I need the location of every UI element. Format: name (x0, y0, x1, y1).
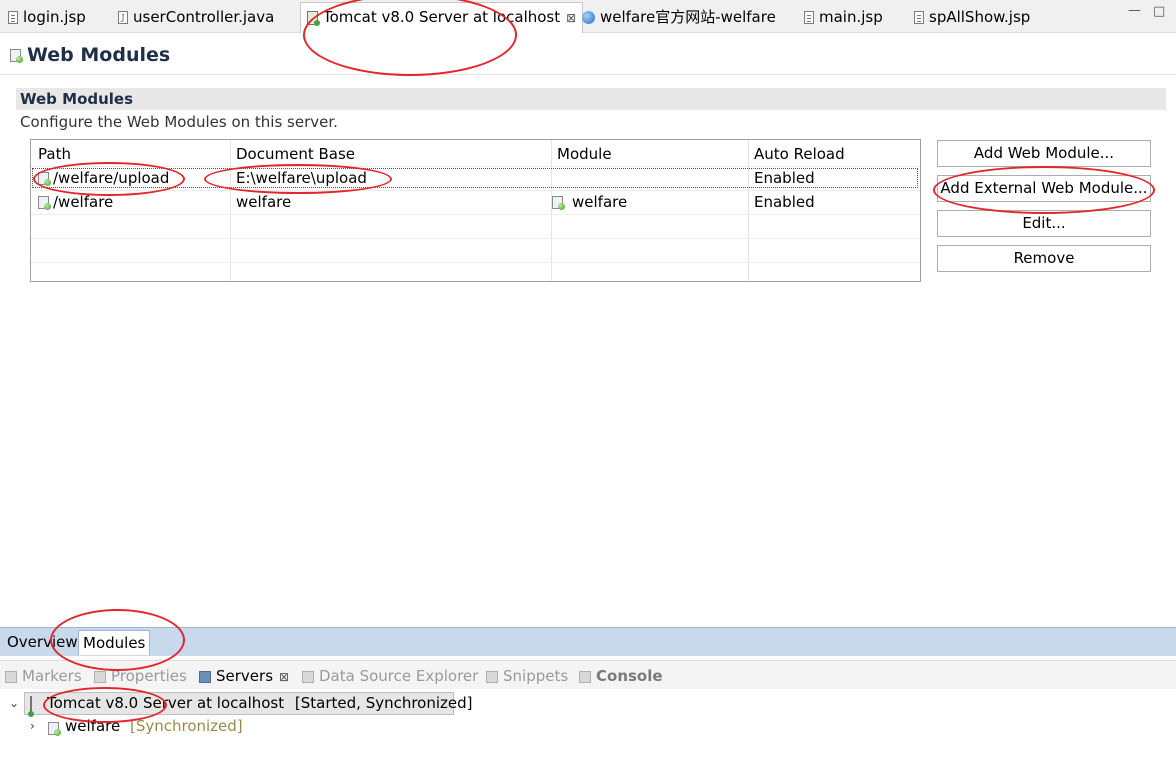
chevron-down-icon[interactable]: ⌄ (9, 696, 19, 710)
table-cell-document-base[interactable]: E:\welfare\upload (236, 166, 367, 190)
server-tree-item[interactable]: Tomcat v8.0 Server at localhost [Started… (47, 694, 473, 712)
section-header-bar (16, 88, 1166, 110)
header-divider (0, 74, 1176, 75)
properties-icon (94, 670, 106, 683)
web-modules-table[interactable]: Path Document Base Module Auto Reload /w… (30, 139, 921, 282)
minimize-icon[interactable]: — (1128, 3, 1141, 18)
page-title: Web Modules (10, 44, 170, 66)
table-cell-auto-reload[interactable]: Enabled (754, 166, 815, 190)
column-header-document-base[interactable]: Document Base (236, 142, 355, 166)
snippets-icon (486, 670, 498, 683)
view-tab-markers[interactable]: Markers (5, 665, 82, 687)
row-divider (31, 262, 920, 263)
section-title: Web Modules (20, 90, 134, 108)
column-header-module[interactable]: Module (557, 142, 612, 166)
server-icon (30, 696, 32, 716)
module-tree-item[interactable]: welfare [Synchronized] (65, 717, 243, 735)
editor-tab-spallshow-jsp[interactable]: spAllShow.jsp (914, 3, 1030, 32)
web-browser-icon (582, 11, 595, 24)
editor-tab-tomcat-server[interactable]: Tomcat v8.0 Server at localhost ⊠ (300, 2, 584, 33)
server-icon (307, 10, 320, 26)
table-cell-module[interactable]: welfare (552, 190, 627, 214)
view-tab-servers[interactable]: Servers ⊠ (199, 665, 289, 687)
view-tab-console[interactable]: Console (579, 665, 663, 687)
edit-button[interactable]: Edit... (937, 210, 1151, 237)
java-file-icon: J (118, 11, 128, 24)
table-cell-path[interactable]: /welfare (38, 190, 113, 214)
data-source-icon (302, 670, 314, 683)
remove-button[interactable]: Remove (937, 245, 1151, 272)
markers-icon (5, 670, 17, 683)
add-external-web-module-button[interactable]: Add External Web Module... (937, 175, 1151, 202)
close-icon[interactable]: ⊠ (566, 11, 576, 25)
view-tab-data-source-explorer[interactable]: Data Source Explorer (302, 665, 478, 687)
tab-overview[interactable]: Overview (3, 630, 82, 654)
column-divider (748, 140, 749, 281)
table-cell-auto-reload[interactable]: Enabled (754, 190, 815, 214)
close-icon[interactable]: ⊠ (279, 670, 289, 684)
web-project-icon (552, 196, 565, 210)
web-module-icon (38, 196, 51, 210)
maximize-icon[interactable]: □ (1153, 4, 1165, 19)
editor-tab-welfare-website[interactable]: welfare官方网站-welfare (582, 3, 776, 32)
web-module-icon (38, 172, 51, 186)
web-project-icon (48, 722, 61, 736)
add-web-module-button[interactable]: Add Web Module... (937, 140, 1151, 167)
view-tab-snippets[interactable]: Snippets (486, 665, 568, 687)
row-divider (31, 238, 920, 239)
column-divider (230, 140, 231, 281)
table-cell-path[interactable]: /welfare/upload (38, 166, 169, 190)
section-description: Configure the Web Modules on this server… (20, 113, 338, 131)
web-module-icon (10, 49, 23, 63)
console-icon (579, 670, 591, 683)
jsp-file-icon (914, 11, 924, 24)
editor-tab-login-jsp[interactable]: login.jsp (8, 3, 86, 32)
servers-view-icon (199, 670, 211, 683)
row-divider (31, 214, 920, 215)
chevron-right-icon[interactable]: › (30, 719, 35, 733)
table-cell-document-base[interactable]: welfare (236, 190, 291, 214)
editor-tab-main-jsp[interactable]: main.jsp (804, 3, 883, 32)
column-header-path[interactable]: Path (38, 142, 71, 166)
editor-page-tab-bar (0, 627, 1176, 656)
editor-tab-usercontroller-java[interactable]: JuserController.java (118, 3, 274, 32)
view-tab-properties[interactable]: Properties (94, 665, 187, 687)
jsp-file-icon (804, 11, 814, 24)
column-header-auto-reload[interactable]: Auto Reload (754, 142, 845, 166)
tab-modules[interactable]: Modules (78, 630, 151, 655)
editor-tab-bar: login.jsp JuserController.java Tomcat v8… (0, 0, 1176, 33)
jsp-file-icon (8, 11, 18, 24)
